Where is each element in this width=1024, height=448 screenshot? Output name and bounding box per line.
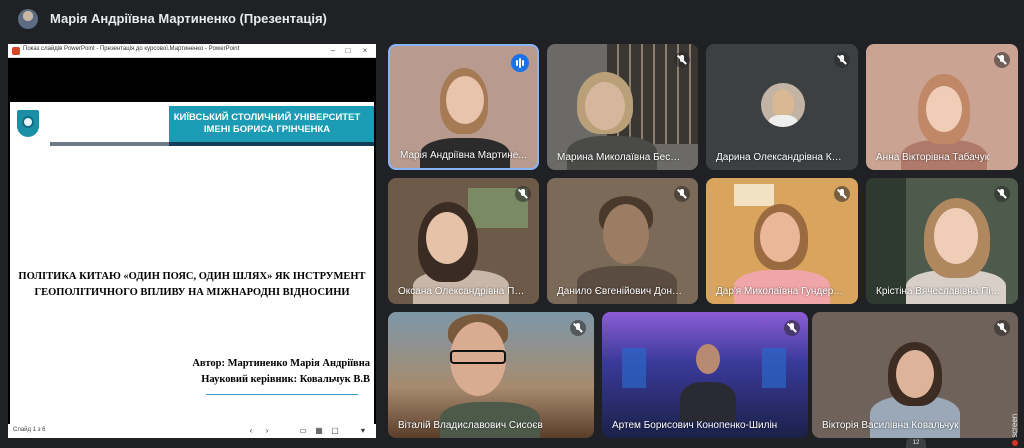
- participant-tile[interactable]: Артем Борисович Конопенко-Шилін: [602, 312, 808, 438]
- slide-supervisor: Науковий керівник: Ковальчук В.В: [201, 374, 370, 385]
- mic-off-icon: [570, 320, 586, 336]
- screen-recorder-badge: screen: [1010, 388, 1022, 446]
- crest-emblem-icon: [22, 116, 34, 128]
- slide-sorter-button[interactable]: ▦: [314, 426, 324, 436]
- participant-tile[interactable]: Данило Євгенійович Доне...: [547, 178, 698, 304]
- next-slide-button[interactable]: ›: [262, 426, 272, 436]
- meeting-title: Марія Андріївна Мартиненко (Презентація): [50, 11, 327, 26]
- mic-off-icon: [834, 186, 850, 202]
- mic-off-icon: [674, 52, 690, 68]
- mic-off-icon: [994, 52, 1010, 68]
- participant-tile[interactable]: Вікторія Василівна Ковальчук: [812, 312, 1018, 438]
- participant-tile[interactable]: Оксана Олександрівна Пе...: [388, 178, 539, 304]
- meeting-header: Марія Андріївна Мартиненко (Презентація): [0, 0, 1024, 38]
- slide-counter: Слайд 1 з 6: [13, 427, 46, 433]
- slideshow-menu-button[interactable]: ▾: [358, 426, 368, 436]
- slide-divider: [206, 394, 358, 395]
- presentation-titlebar: Показ слайдів PowerPoint - Презентація д…: [8, 44, 376, 58]
- participant-count-badge[interactable]: 12: [906, 438, 926, 448]
- shared-presentation: Показ слайдів PowerPoint - Презентація д…: [8, 44, 376, 438]
- participant-name: Марина Миколаївна Бессо...: [557, 152, 685, 163]
- participant-name: Марія Андріївна Мартине...: [400, 150, 527, 161]
- participant-name: Вікторія Василівна Ковальчук: [822, 420, 959, 431]
- participant-name: Віталій Владиславович Сисоєв: [398, 420, 543, 431]
- university-name-line2: ІМЕНІ БОРИСА ГРІНЧЕНКА: [203, 124, 331, 135]
- participant-tile[interactable]: Марія Андріївна Мартине...: [388, 44, 539, 170]
- university-name-line1: КИЇВСЬКИЙ СТОЛИЧНИЙ УНІВЕРСИТЕТ: [173, 112, 361, 123]
- previous-slide-button[interactable]: ‹: [246, 426, 256, 436]
- slide-topic-line1: ПОЛІТИКА КИТАЮ «ОДИН ПОЯС, ОДИН ШЛЯХ» ЯК…: [18, 271, 366, 282]
- presenter-avatar: [18, 9, 38, 29]
- presentation-window-title: Показ слайдів PowerPoint - Презентація д…: [23, 46, 240, 52]
- presentation-statusbar: Слайд 1 з 6 ‹ › ▭ ▦ ▢ ▾: [8, 424, 376, 438]
- reading-view-button[interactable]: ▢: [330, 426, 340, 436]
- minimize-button[interactable]: –: [327, 45, 339, 56]
- participant-tile[interactable]: Віталій Владиславович Сисоєв: [388, 312, 594, 438]
- record-dot-icon: [1012, 440, 1018, 446]
- participant-name: Данило Євгенійович Доне...: [557, 286, 685, 297]
- mic-off-icon: [784, 320, 800, 336]
- mic-off-icon: [515, 186, 531, 202]
- normal-view-button[interactable]: ▭: [298, 426, 308, 436]
- mic-off-icon: [994, 186, 1010, 202]
- participant-tile[interactable]: Крістіна Вячеславівна Пізик: [866, 178, 1018, 304]
- mic-off-icon: [834, 52, 850, 68]
- slide-topic-line2: ГЕОПОЛІТИЧНОГО ВПЛИВУ НА МІЖНАРОДНІ ВІДН…: [34, 287, 350, 298]
- presentation-slide: КИЇВСЬКИЙ СТОЛИЧНИЙ УНІВЕРСИТЕТ ІМЕНІ БО…: [10, 102, 374, 424]
- participant-name: Оксана Олександрівна Пе...: [398, 286, 526, 297]
- powerpoint-icon: [12, 47, 20, 55]
- participant-tile[interactable]: Марина Миколаївна Бессо...: [547, 44, 698, 170]
- speaking-indicator-icon: [511, 54, 529, 72]
- maximize-button[interactable]: □: [342, 45, 354, 56]
- participant-tile[interactable]: Дарина Олександрівна Ко...: [706, 44, 858, 170]
- close-button[interactable]: ×: [359, 45, 371, 56]
- participant-name: Крістіна Вячеславівна Пізик: [876, 286, 1004, 297]
- mic-off-icon: [674, 186, 690, 202]
- participant-name: Дарина Олександрівна Ко...: [716, 152, 844, 163]
- participant-tile[interactable]: Анна Вікторівна Табачук: [866, 44, 1018, 170]
- participant-avatar: [761, 83, 805, 127]
- participant-name: Анна Вікторівна Табачук: [876, 152, 990, 163]
- slide-author: Автор: Мартиненко Марія Андріївна: [192, 358, 370, 369]
- participant-tile[interactable]: Дар'я Миколаївна Гундерт...: [706, 178, 858, 304]
- participant-name: Артем Борисович Конопенко-Шилін: [612, 420, 778, 431]
- participant-name: Дар'я Миколаївна Гундерт...: [716, 286, 844, 297]
- mic-off-icon: [994, 320, 1010, 336]
